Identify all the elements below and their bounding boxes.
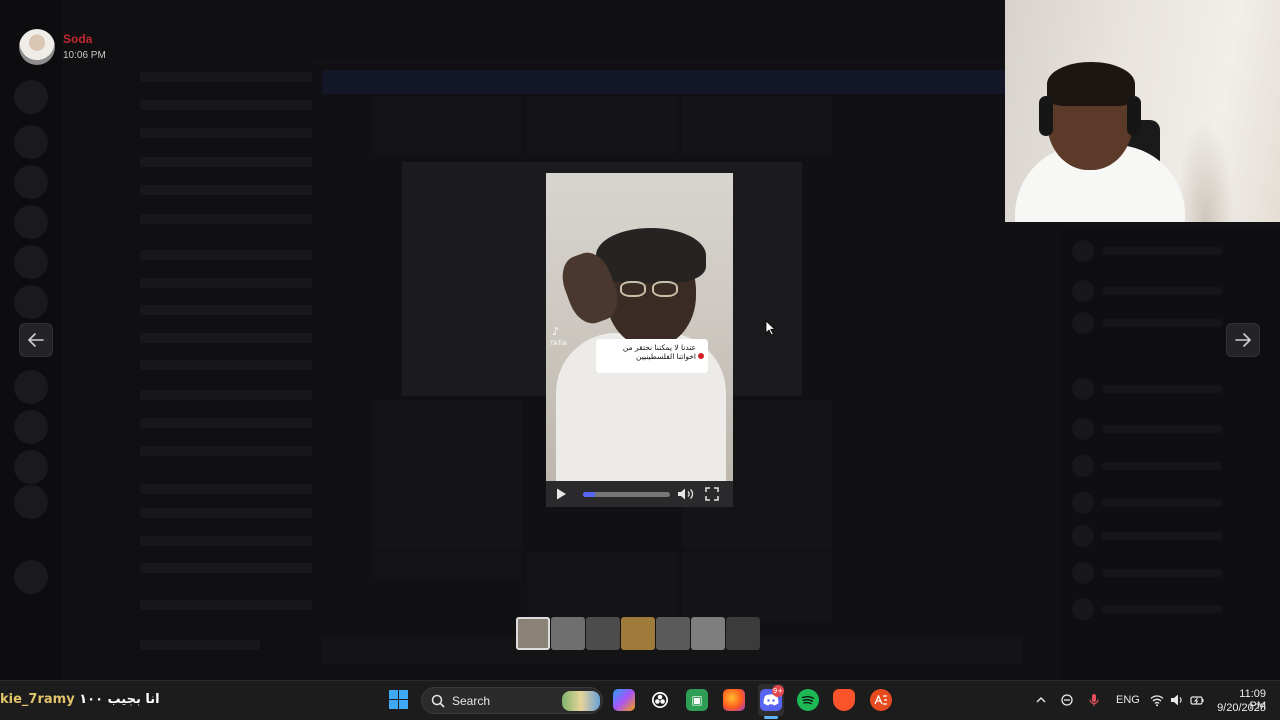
fullscreen-icon[interactable] xyxy=(705,487,719,501)
volume-icon[interactable] xyxy=(677,487,695,501)
media-thumbnail[interactable] xyxy=(586,617,620,650)
caption-emoji-icon xyxy=(698,353,704,359)
volume-tray-icon[interactable] xyxy=(1170,693,1184,707)
server-icon[interactable] xyxy=(14,370,48,404)
chat-media-tile xyxy=(372,96,522,154)
member-item[interactable] xyxy=(1072,525,1262,547)
media-thumbnail[interactable] xyxy=(726,617,760,650)
search-label: Search xyxy=(452,694,491,708)
profile-name: Soda xyxy=(63,32,93,46)
member-item[interactable] xyxy=(1072,598,1262,620)
chat-media-tile xyxy=(682,552,832,622)
server-icon[interactable] xyxy=(14,560,48,594)
user-panel[interactable] xyxy=(140,640,260,650)
chat-media-tile xyxy=(372,552,522,578)
server-icon[interactable] xyxy=(14,245,48,279)
server-icon[interactable] xyxy=(14,485,48,519)
stream-chat-overlay: kie_7ramy انا بجيب ١٠٠ xyxy=(0,692,160,707)
language-indicator[interactable]: ENG xyxy=(1116,694,1140,706)
media-thumbnail-strip xyxy=(516,617,762,650)
webcam-feed xyxy=(1005,0,1280,222)
chat-media-tile xyxy=(372,400,522,550)
media-thumbnail[interactable] xyxy=(691,617,725,650)
search-icon xyxy=(431,694,445,708)
server-icon[interactable] xyxy=(14,410,48,444)
previous-media-button[interactable] xyxy=(19,323,53,357)
member-item[interactable] xyxy=(1072,240,1262,262)
start-button[interactable] xyxy=(389,690,409,710)
member-item[interactable] xyxy=(1072,378,1262,400)
arrow-left-icon xyxy=(28,333,44,347)
server-icon[interactable] xyxy=(14,450,48,484)
ea-app-icon[interactable] xyxy=(870,689,892,711)
server-icon[interactable] xyxy=(14,125,48,159)
video-frame[interactable]: ♪ TikTok عندنا لا يمكننا نحتقر من اخواتن… xyxy=(546,173,733,493)
taskbar-search[interactable]: Search xyxy=(421,687,603,714)
play-icon[interactable] xyxy=(554,487,568,501)
chevron-up-icon[interactable] xyxy=(1034,693,1048,707)
media-thumbnail[interactable] xyxy=(656,617,690,650)
media-thumbnail[interactable] xyxy=(621,617,655,650)
profile-time: 10:06 PM xyxy=(63,50,106,61)
video-caption: عندنا لا يمكننا نحتقر من اخواتنا الفلسطي… xyxy=(596,339,708,373)
chat-media-tile xyxy=(527,96,677,154)
media-thumbnail[interactable] xyxy=(551,617,585,650)
chat-message: انا بجيب ١٠٠ xyxy=(79,692,160,707)
arrow-right-icon xyxy=(1235,333,1251,347)
next-media-button[interactable] xyxy=(1226,323,1260,357)
video-controls xyxy=(546,481,733,507)
member-item[interactable] xyxy=(1072,418,1262,440)
server-icon[interactable] xyxy=(14,80,48,114)
clock-date[interactable]: 9/20/2025 xyxy=(1210,702,1266,714)
avatar xyxy=(19,29,55,65)
tiktok-icon: ♪ xyxy=(552,325,560,338)
channel-sidebar xyxy=(62,0,350,680)
server-icon[interactable] xyxy=(14,165,48,199)
seek-progress xyxy=(583,492,596,497)
chat-media-tile xyxy=(527,552,677,622)
tiktok-label: TikTok xyxy=(550,341,568,347)
microphone-icon[interactable] xyxy=(1087,693,1101,707)
battery-icon[interactable] xyxy=(1190,693,1204,707)
active-app-indicator xyxy=(764,716,778,719)
discord-notification-badge: 9+ xyxy=(772,685,784,697)
chat-media-tile xyxy=(682,96,832,154)
chat-username: kie_7ramy xyxy=(0,692,75,707)
video-player[interactable]: ♪ TikTok عندنا لا يمكننا نحتقر من اخواتن… xyxy=(546,173,733,507)
spotify-icon[interactable] xyxy=(797,689,819,711)
search-highlight-icon xyxy=(562,691,600,711)
wifi-icon[interactable] xyxy=(1150,693,1164,707)
server-icon[interactable] xyxy=(14,285,48,319)
screen: Soda 10:06 PM ♪ TikTok عندنا لا يمكننا ن… xyxy=(0,0,1280,720)
member-item[interactable] xyxy=(1072,562,1262,584)
obs-icon[interactable] xyxy=(649,689,671,711)
seek-bar[interactable] xyxy=(583,492,670,497)
brave-icon[interactable] xyxy=(833,689,855,711)
android-app-icon[interactable]: ▣ xyxy=(686,689,708,711)
firefox-icon[interactable] xyxy=(723,689,745,711)
headphones-icon xyxy=(1039,96,1053,136)
member-item[interactable] xyxy=(1072,280,1262,302)
member-item[interactable] xyxy=(1072,492,1262,514)
channel-header xyxy=(312,28,1012,64)
mouse-cursor-icon xyxy=(765,320,775,336)
copilot-icon[interactable] xyxy=(613,689,635,711)
unread-banner[interactable] xyxy=(322,70,1022,94)
server-icon[interactable] xyxy=(14,205,48,239)
app-tray-icon[interactable] xyxy=(1060,693,1074,707)
member-item[interactable] xyxy=(1072,455,1262,477)
media-thumbnail[interactable] xyxy=(516,617,550,650)
